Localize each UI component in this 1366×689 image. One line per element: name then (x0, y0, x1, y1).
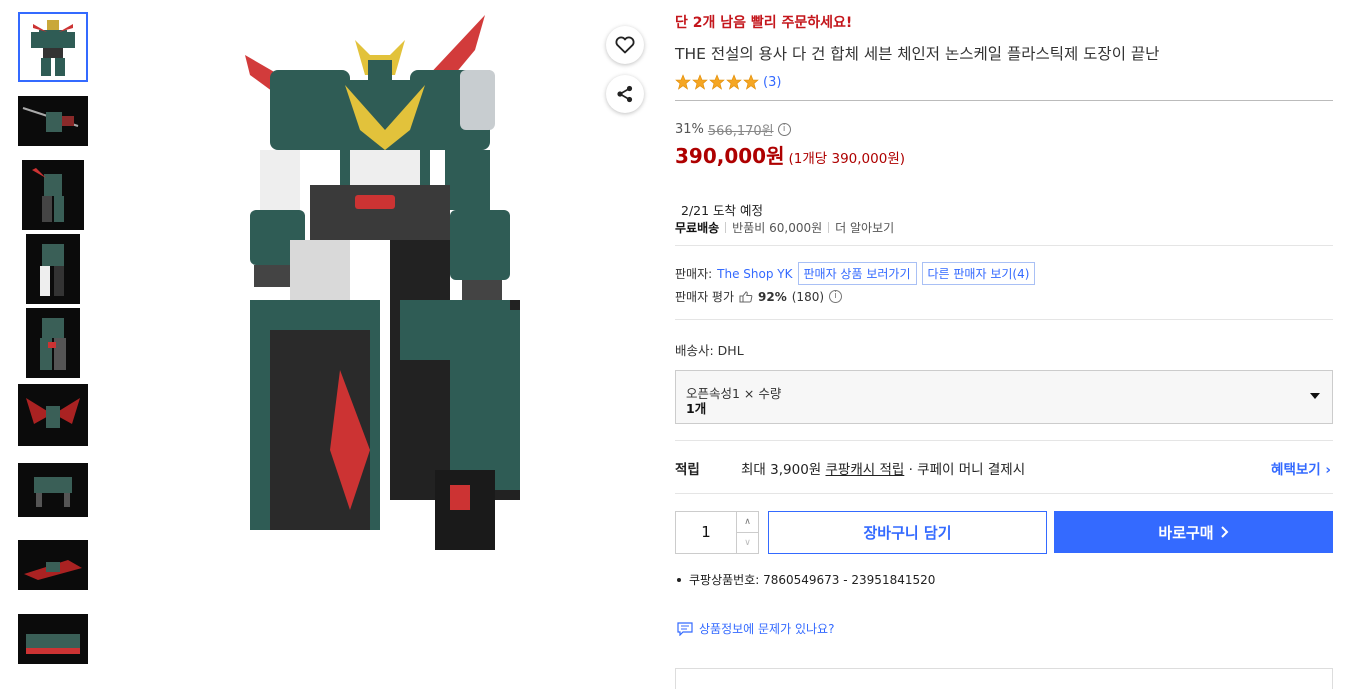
view-benefits-link[interactable]: 혜택보기 › (1271, 458, 1331, 478)
divider (675, 440, 1333, 441)
carrier-text: 배송사: DHL (675, 343, 744, 358)
report-issue-text: 상품정보에 문제가 있나요? (699, 622, 835, 636)
robot-back-thumbnail (26, 234, 80, 304)
info-icon[interactable]: i (777, 123, 791, 136)
star-icon (692, 74, 708, 90)
divider (675, 493, 1333, 494)
buy-now-label: 바로구매 (1158, 523, 1214, 542)
divider (675, 100, 1333, 101)
reward-amount: 최대 3,900원 (741, 462, 826, 478)
seller-eval-percent: 92% (758, 289, 787, 304)
heart-icon (615, 36, 635, 54)
buy-now-button[interactable]: 바로구매 (1054, 511, 1333, 553)
unit-price: (1개당 390,000원) (788, 151, 906, 167)
thumbnail-4[interactable] (18, 234, 88, 304)
chevron-right-icon (1220, 526, 1229, 538)
thumbnail-7[interactable] (18, 462, 88, 518)
free-shipping-label: 무료배송 (675, 221, 720, 235)
thumbnail-3[interactable] (18, 159, 88, 231)
view-seller-products-button[interactable]: 판매자 상품 보러가기 (797, 262, 917, 285)
shipping-row: 무료배송 반품비 60,000원 더 알아보기 (675, 219, 894, 236)
info-icon[interactable]: i (829, 290, 843, 303)
robot-sword-thumbnail (18, 96, 88, 146)
shipping-more-link[interactable]: 더 알아보기 (835, 219, 894, 236)
product-title: THE 전설의 용사 다 건 합체 세븐 체인저 논스케일 플라스틱제 도장이 … (675, 45, 1160, 63)
divider (675, 245, 1333, 246)
stock-urgency-text: 단 2개 남음 빨리 주문하세요! (675, 15, 853, 31)
seller-name-link[interactable]: The Shop YK (717, 267, 792, 281)
reward-condition: · 쿠페이 머니 결제시 (904, 462, 1026, 478)
vehicle-green-thumbnail (18, 614, 88, 664)
seller-row: 판매자: The Shop YK 판매자 상품 보러가기 다른 판매자 보기(4… (675, 262, 1036, 285)
share-button[interactable] (606, 75, 644, 113)
review-count[interactable]: (3) (763, 75, 781, 90)
thumbnail-1[interactable] (18, 12, 88, 82)
reward-label: 적립 (675, 462, 700, 478)
price-row: 390,000원 (1개당 390,000원) (675, 140, 905, 169)
product-number: 쿠팡상품번호: 7860549673 - 23951841520 (689, 573, 936, 587)
thumbnail-5[interactable] (18, 307, 88, 379)
sale-price: 390,000원 (675, 144, 785, 168)
thumbnail-8[interactable] (18, 540, 88, 590)
seller-eval-row: 판매자 평가 92% (180) i (675, 288, 843, 305)
thumbnail-6[interactable] (18, 384, 88, 446)
original-price: 566,170원 (707, 124, 774, 139)
separator (725, 222, 727, 233)
robot-thumbnail-image (31, 20, 75, 76)
add-to-cart-button[interactable]: 장바구니 담기 (768, 511, 1047, 554)
star-icon (675, 74, 691, 90)
product-number-row: 쿠팡상품번호: 7860549673 - 23951841520 (677, 571, 935, 588)
report-issue-link[interactable]: 상품정보에 문제가 있나요? (677, 620, 834, 637)
beast-mode-thumbnail (18, 463, 88, 517)
arrival-date: 2/21 도착 예정 (681, 203, 764, 218)
thumbnail-2[interactable] (18, 96, 88, 146)
separator (828, 222, 830, 233)
vehicle-red-thumbnail (18, 540, 88, 590)
thumbnail-9[interactable] (18, 614, 88, 664)
chevron-down-icon[interactable]: ∨ (736, 533, 758, 553)
divider (675, 319, 1333, 320)
share-icon (617, 85, 633, 103)
product-rating[interactable]: (3) (675, 74, 781, 90)
wishlist-button[interactable] (606, 26, 644, 64)
robot-side-thumbnail (22, 160, 84, 230)
seller-eval-count: (180) (791, 289, 825, 304)
other-sellers-button[interactable]: 다른 판매자 보기(4) (921, 262, 1036, 285)
return-fee: 반품비 60,000원 (732, 221, 823, 235)
comment-icon (677, 621, 693, 636)
thumbs-up-icon (739, 290, 753, 302)
star-icon (726, 74, 742, 90)
option-value: 1개 (686, 401, 707, 416)
bottom-panel (675, 668, 1333, 689)
reward-text: 최대 3,900원 쿠팡캐시 적립 · 쿠페이 머니 결제시 (741, 458, 1025, 478)
quantity-input[interactable]: 1 (676, 512, 736, 553)
chevron-up-icon[interactable]: ∧ (736, 512, 758, 533)
jet-mode-thumbnail (18, 384, 88, 446)
star-icon (743, 74, 759, 90)
star-icon (709, 74, 725, 90)
seller-eval-label: 판매자 평가 (675, 290, 735, 304)
discount-row: 31% 566,170원 i (675, 120, 791, 139)
caret-down-icon (1310, 393, 1320, 399)
option-select[interactable]: 오픈속성1 × 수량 1개 (675, 370, 1333, 424)
product-main-image (245, 15, 520, 550)
coupang-cash-link[interactable]: 쿠팡캐시 적립 (826, 462, 905, 478)
seller-label: 판매자: (675, 267, 713, 281)
bullet (677, 577, 681, 582)
quantity-stepper[interactable]: 1 ∧ ∨ (675, 511, 759, 554)
discount-rate: 31% (675, 122, 704, 137)
robot-pose-thumbnail (26, 308, 80, 378)
